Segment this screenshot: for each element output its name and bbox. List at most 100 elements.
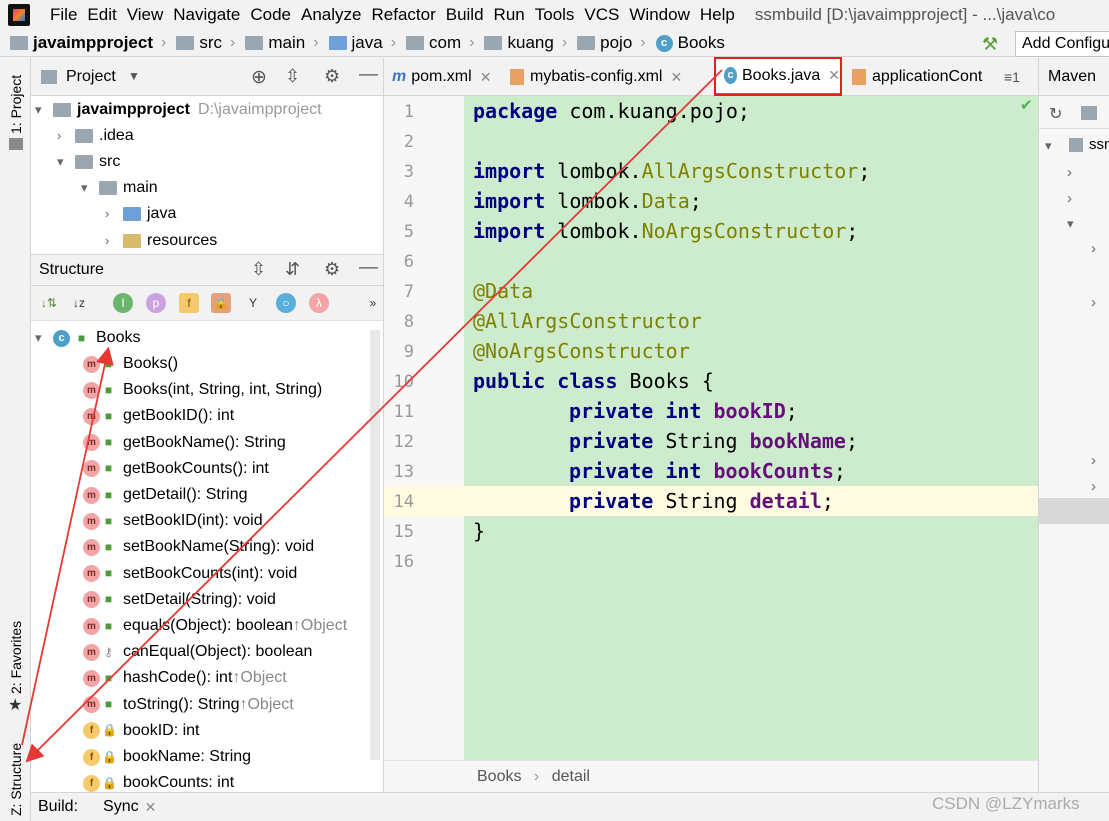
crumb-kuang[interactable]: kuang ›	[484, 33, 567, 53]
crumb-pojo[interactable]: pojo ›	[577, 33, 646, 53]
favorites-tool-tab[interactable]: 2: Favorites	[8, 621, 24, 694]
show-non-public-icon[interactable]: 🔒	[211, 293, 231, 313]
structure-scrollbar[interactable]	[370, 330, 380, 760]
close-icon[interactable]: ✕	[480, 69, 492, 86]
build-hammer-icon[interactable]: ⚒	[982, 34, 998, 55]
menu-help[interactable]: Help	[700, 5, 735, 25]
more-icon[interactable]: »	[363, 293, 383, 313]
tab-application-context[interactable]: applicationCont	[844, 58, 994, 95]
show-properties-icon[interactable]: p	[146, 293, 166, 313]
tree-item-src[interactable]: ▾ src	[57, 149, 120, 175]
sort-by-visibility-icon[interactable]: ↓⇅	[39, 293, 59, 313]
gear-icon[interactable]: ⚙	[324, 66, 340, 87]
expand-all-icon[interactable]: ⇳	[251, 259, 266, 280]
structure-member[interactable]: m ■ setBookID(int): void	[83, 508, 263, 534]
crumb-src[interactable]: src ›	[176, 33, 235, 53]
minimize-icon[interactable]: —	[359, 64, 378, 86]
maven-project-icon	[1069, 138, 1083, 152]
tree-item-resources[interactable]: › resources	[105, 228, 217, 254]
chevron-down-icon[interactable]: ▼	[128, 69, 140, 83]
folder-icon	[75, 129, 93, 143]
tree-item-main[interactable]: ▾ main	[81, 175, 158, 201]
menu-refactor[interactable]: Refactor	[371, 5, 435, 25]
show-inherited-icon[interactable]: I	[113, 293, 133, 313]
tab-mybatis-config[interactable]: mybatis-config.xml ✕	[502, 58, 714, 95]
sort-alphabetically-icon[interactable]: ↓z	[69, 293, 89, 313]
menu-file[interactable]: File	[50, 5, 77, 25]
crumb-books[interactable]: c Books	[655, 33, 725, 53]
chevron-down-icon[interactable]: ▾	[1067, 216, 1074, 232]
menu-window[interactable]: Window	[629, 5, 689, 25]
menu-build[interactable]: Build	[446, 5, 484, 25]
chevron-right-icon[interactable]: ›	[1091, 452, 1096, 469]
crumb-project[interactable]: javaimpproject ›	[10, 33, 166, 53]
structure-member[interactable]: m ■ setBookCounts(int): void	[83, 561, 297, 587]
show-anonymous-icon[interactable]: Y	[243, 293, 263, 313]
reload-icon[interactable]: ↻	[1049, 104, 1062, 124]
structure-root[interactable]: ▾ c ■ Books	[35, 325, 140, 351]
structure-member[interactable]: m ■ getBookID(): int	[83, 403, 234, 429]
chevron-right-icon[interactable]: ›	[1067, 190, 1072, 207]
sync-tab[interactable]: Sync	[103, 798, 139, 816]
chevron-right-icon[interactable]: ›	[1091, 478, 1096, 495]
structure-member[interactable]: m ■ equals(Object): boolean ↑Object	[83, 613, 347, 639]
tree-item-java[interactable]: › java	[105, 201, 176, 227]
menu-navigate[interactable]: Navigate	[173, 5, 240, 25]
structure-member[interactable]: m ■ toString(): String ↑Object	[83, 692, 294, 718]
crumb-com[interactable]: com ›	[406, 33, 474, 53]
locate-icon[interactable]: ⊕	[251, 66, 267, 89]
menu-view[interactable]: View	[127, 5, 164, 25]
menu-analyze[interactable]: Analyze	[301, 5, 361, 25]
breadcrumb-class[interactable]: Books	[477, 768, 521, 785]
chevron-right-icon[interactable]: ›	[1091, 240, 1096, 257]
close-icon[interactable]: ✕	[670, 69, 682, 86]
menu-vcs[interactable]: VCS	[584, 5, 619, 25]
structure-member[interactable]: m ■ Books(int, String, int, String)	[83, 377, 322, 403]
structure-member[interactable]: f 🔒 bookName: String	[83, 744, 251, 770]
structure-tool-tab[interactable]: Z: Structure	[8, 743, 24, 816]
chevron-right-icon[interactable]: ›	[1067, 164, 1072, 181]
chevron-right-icon[interactable]: ›	[1091, 294, 1096, 311]
project-tool-tab[interactable]: 1: Project	[8, 75, 24, 134]
collapse-icon[interactable]: ⇳	[285, 66, 300, 87]
crumb-java[interactable]: java ›	[328, 33, 396, 53]
chevron-down-icon[interactable]: ▾	[1045, 138, 1052, 154]
tree-item-project[interactable]: ▾ javaimpproject D:\javaimpproject	[35, 97, 322, 123]
close-icon[interactable]: ✕	[145, 799, 157, 816]
structure-member[interactable]: m ■ getBookCounts(): int	[83, 456, 269, 482]
project-title[interactable]: Project	[66, 68, 116, 86]
menu-tools[interactable]: Tools	[535, 5, 575, 25]
show-lambdas-icon[interactable]: λ	[309, 293, 329, 313]
structure-member[interactable]: f 🔒 bookID: int	[83, 718, 199, 744]
menu-edit[interactable]: Edit	[87, 5, 116, 25]
tab-pom-xml[interactable]: m pom.xml ✕	[384, 58, 502, 95]
structure-member[interactable]: m ■ getDetail(): String	[83, 482, 248, 508]
chevron-down-icon: ▾	[81, 180, 88, 195]
breadcrumb-field[interactable]: detail	[552, 768, 590, 785]
member-label: getDetail(): String	[123, 486, 248, 503]
add-project-icon[interactable]	[1081, 106, 1097, 120]
maven-title[interactable]: Maven	[1039, 58, 1109, 96]
menu-code[interactable]: Code	[250, 5, 291, 25]
build-tool-tab[interactable]: Build:	[38, 798, 78, 816]
tree-item-idea[interactable]: › .idea	[57, 123, 134, 149]
menu-run[interactable]: Run	[494, 5, 525, 25]
crumb-main[interactable]: main ›	[245, 33, 319, 53]
show-interfaces-icon[interactable]: ○	[276, 293, 296, 313]
structure-member[interactable]: m ■ hashCode(): int ↑Object	[83, 665, 287, 691]
add-configuration-button[interactable]: Add Configu	[1015, 31, 1109, 57]
tab-overflow-button[interactable]: ≡1	[996, 58, 1038, 95]
gear-icon[interactable]: ⚙	[324, 259, 340, 280]
chevron-down-icon: ▾	[35, 102, 42, 117]
collapse-all-icon[interactable]: ⇵	[285, 259, 300, 280]
minimize-icon[interactable]: —	[359, 257, 378, 279]
structure-member[interactable]: m ■ setBookName(String): void	[83, 534, 314, 560]
show-fields-icon[interactable]: f	[179, 293, 199, 313]
structure-member[interactable]: m ■ getBookName(): String	[83, 430, 286, 456]
structure-member[interactable]: f 🔒 bookCounts: int	[83, 770, 234, 792]
public-visibility-icon: ■	[104, 382, 113, 397]
structure-member[interactable]: m ■ Books()	[83, 351, 178, 377]
maven-project-label[interactable]: ssm	[1089, 136, 1109, 153]
structure-member[interactable]: m ⚷ canEqual(Object): boolean	[83, 639, 312, 665]
structure-member[interactable]: m ■ setDetail(String): void	[83, 587, 276, 613]
